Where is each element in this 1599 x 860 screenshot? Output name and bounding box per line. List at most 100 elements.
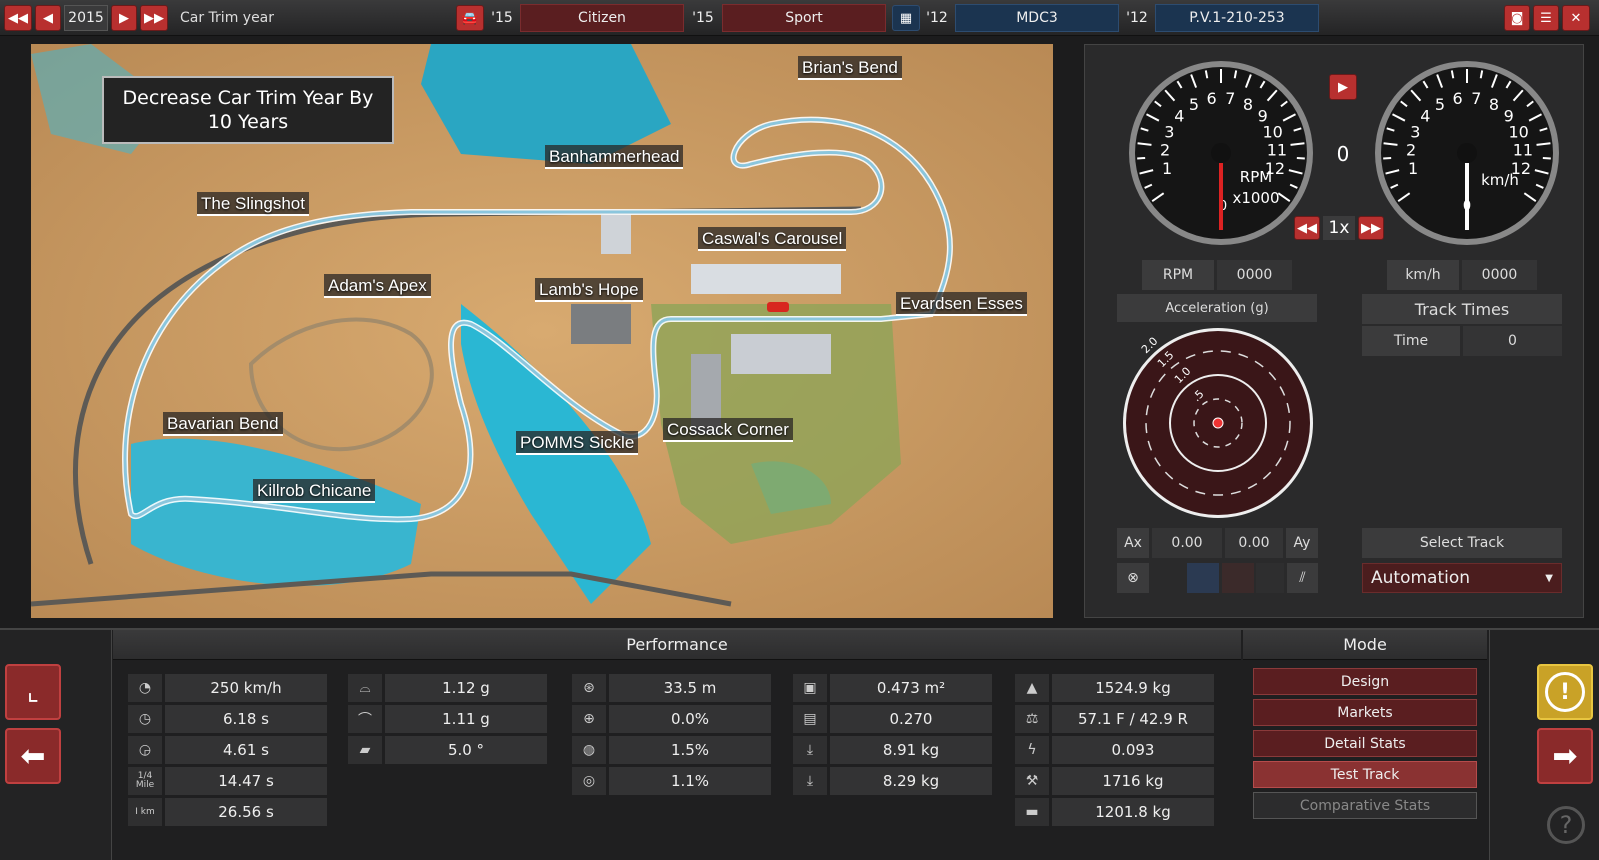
gauge-number: 5 [1189,95,1199,114]
screenshot-button[interactable]: ◙ [1504,5,1530,31]
stat-value: 57.1 F / 42.9 R [1052,705,1214,733]
arrow-left-icon: ⬅ [20,738,46,774]
stat-row: ◔ 250 km/h [128,674,327,702]
stat-value: 1.1% [609,767,771,795]
track-label-killrob-chicane: Killrob Chicane [253,479,376,503]
frontal-area-icon: ▣ [793,674,827,702]
stat-value: 1.12 g [385,674,547,702]
graph-view-button[interactable]: ⌞ [5,664,61,720]
stat-value: 14.47 s [165,767,327,795]
acceleration-gg-diagram: 2.0 1.5 1.0 .5 [1123,328,1313,518]
front-downforce-icon: ⤓ [793,736,827,764]
slower-button[interactable]: ◀◀ [1294,216,1320,240]
stat-row: ⚒ 1716 kg [1015,767,1214,795]
engine-variant-name[interactable]: P.V.1-210-253 [1155,4,1319,32]
variant-year: '12 [1126,10,1148,26]
drag-icon: ▤ [793,705,827,733]
gauge-number: 2 [1160,141,1170,160]
stat-value: 26.56 s [165,798,327,826]
ay-label: Ay [1286,528,1318,558]
axes-chart-icon: ⌞ [26,677,40,707]
track-label-brians-bend: Brian's Bend [798,56,902,80]
fast-rewind-year-button[interactable]: ◀◀ [4,5,32,31]
tire-icon: ◍ [572,736,606,764]
mode-design-button[interactable]: Design [1253,668,1477,695]
stat-value: 8.29 kg [830,767,992,795]
gauge-tick [1450,70,1455,79]
ax-value: 0.00 [1152,528,1222,558]
next-button[interactable]: ➡ [1537,728,1593,784]
mode-test-track-button[interactable]: Test Track [1253,761,1477,788]
gauge-number: 8 [1489,95,1499,114]
stat-row: ⌓ 1.12 g [348,674,547,702]
stat-value: 250 km/h [165,674,327,702]
stat-row: ⊕ 0.0% [572,705,771,733]
stat-row: ⚖ 57.1 F / 42.9 R [1015,705,1214,733]
trail-icon: ⫽ [1299,570,1306,586]
stat-row: ϟ 0.093 [1015,736,1214,764]
color-swatch-blue [1187,563,1219,593]
trim-name[interactable]: Sport [722,4,886,32]
gauge-number: 4 [1174,107,1184,126]
performance-header: Performance [113,630,1241,660]
stat-row: ⊛ 33.5 m [572,674,771,702]
rewind-icon: ◀◀ [1297,220,1317,236]
close-button[interactable]: ✕ [1562,5,1590,31]
menu-button[interactable]: ☰ [1533,5,1559,31]
fast-forward-year-button[interactable]: ▶▶ [140,5,168,31]
reset-accel-button[interactable]: ⊗ [1117,563,1149,593]
stat-row: ▲ 1524.9 kg [1015,674,1214,702]
kmh-readout-label: km/h [1387,260,1459,290]
gauge-tick [1233,70,1238,79]
engine-icon: ▦ [899,10,913,26]
trim-year-label: Car Trim year [180,10,275,26]
trim-year-value: 2015 [64,5,108,31]
faster-button[interactable]: ▶▶ [1358,216,1384,240]
speed-gauge: 123456789101112 km/h 0 [1375,61,1559,245]
weight-distribution-icon: ⚖ [1015,705,1049,733]
car-marker [767,302,789,312]
forward-icon: ▶▶ [1361,220,1381,236]
track-label-bavarian-bend: Bavarian Bend [163,412,283,436]
track-select-dropdown[interactable]: Automation ▼ [1362,563,1562,593]
help-button[interactable]: ? [1547,806,1585,844]
prev-year-button[interactable]: ◀ [35,5,61,31]
gauge-number: 2 [1406,141,1416,160]
engine-family-name[interactable]: MDC3 [955,4,1119,32]
gauge-number: 11 [1513,141,1533,160]
stats-column-5: ▲ 1524.9 kg ⚖ 57.1 F / 42.9 R ϟ 0.093 ⚒ 1716 kg… [1015,674,1214,829]
rpm-gauge: 123456789101112 RPM x1000 0 [1129,61,1313,245]
stat-value: 0.0% [609,705,771,733]
acceleration-title: Acceleration (g) [1117,294,1317,322]
next-year-button[interactable]: ▶ [111,5,137,31]
select-track-button[interactable]: Select Track [1362,528,1562,558]
mode-markets-button[interactable]: Markets [1253,699,1477,726]
target-icon: ⊗ [1127,570,1139,586]
stat-value: 1524.9 kg [1052,674,1214,702]
gauge-number: 7 [1225,89,1235,108]
gear-indicator: 0 [1336,142,1350,166]
stats-column-2: ⌓ 1.12 g ⌒ 1.11 g ▰ 5.0 ° [348,674,547,767]
mode-comparative-stats-button[interactable]: Comparative Stats [1253,792,1477,819]
time-label: Time [1362,326,1460,356]
car-model-name[interactable]: Citizen [520,4,684,32]
tire-wear-icon: ◎ [572,767,606,795]
mode-detail-stats-button[interactable]: Detail Stats [1253,730,1477,757]
back-button[interactable]: ⬅ [5,728,61,784]
close-icon: ✕ [1570,10,1582,26]
stat-value: 5.0 ° [385,736,547,764]
gauge-number: 1 [1408,159,1418,178]
toggle-trail-button[interactable]: ⫽ [1287,563,1318,593]
rpm-unit: x1000 [1232,189,1279,207]
stat-row: ⌒ 1.11 g [348,705,547,733]
car-icon-button[interactable]: 🚘 [456,5,484,31]
stat-row: ◍ 1.5% [572,736,771,764]
engine-icon-button[interactable]: ▦ [892,5,920,31]
track-label-adams-apex: Adam's Apex [324,274,431,298]
stat-row: ▬ 1201.8 kg [1015,798,1214,826]
play-button[interactable]: ▶ [1329,74,1357,100]
warning-button[interactable]: ! [1537,664,1593,720]
stat-value: 6.18 s [165,705,327,733]
stat-row: ◷ 6.18 s [128,705,327,733]
stat-value: 1716 kg [1052,767,1214,795]
